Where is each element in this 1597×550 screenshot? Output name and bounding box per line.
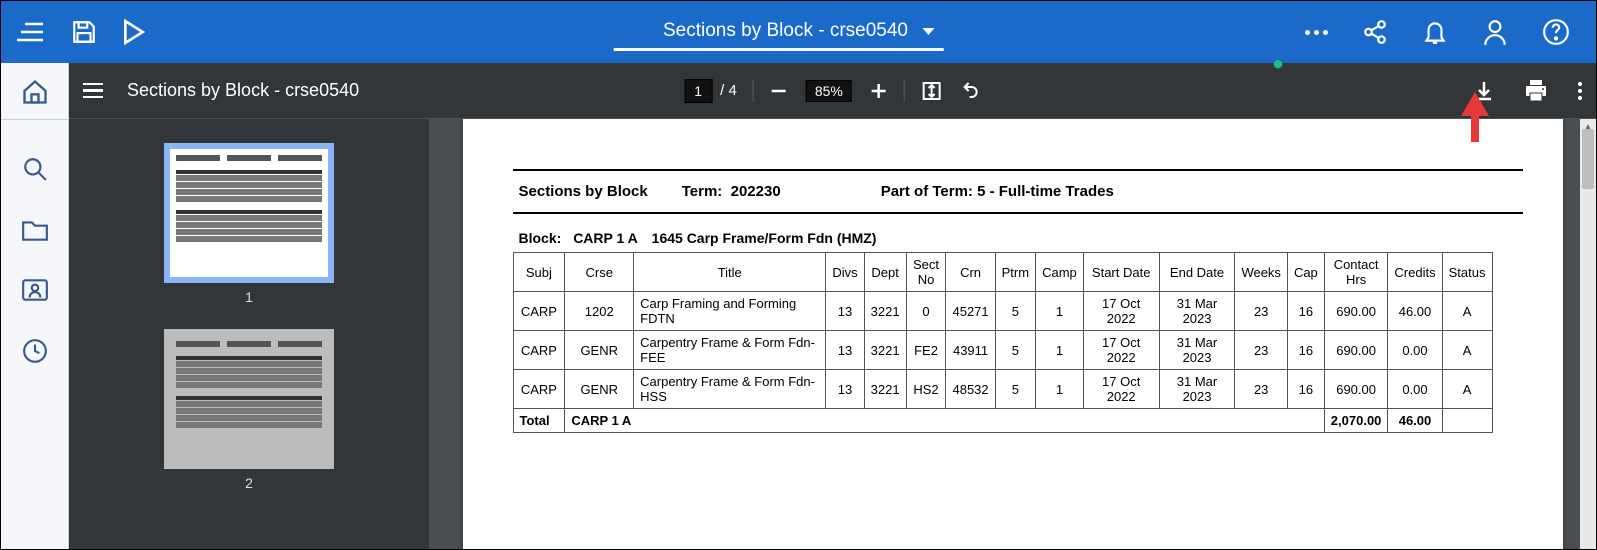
thumbnail-label: 2: [245, 475, 253, 491]
block-code: CARP 1 A: [573, 230, 638, 246]
col-divs: Divs: [826, 253, 864, 292]
divider: [904, 80, 905, 102]
play-icon[interactable]: [123, 19, 145, 45]
thumbnail[interactable]: [164, 329, 334, 469]
search-icon[interactable]: [22, 156, 48, 182]
total-label: Total: [513, 409, 565, 433]
scrollbar-thumb[interactable]: [1582, 129, 1594, 189]
folder-icon[interactable]: [21, 218, 49, 242]
total-credits: 46.00: [1388, 409, 1442, 433]
col-crn: Crn: [946, 253, 995, 292]
profile-icon[interactable]: [1482, 18, 1508, 46]
bell-icon[interactable]: [1422, 18, 1448, 46]
save-icon[interactable]: [71, 19, 97, 45]
block-label: Block:: [519, 230, 562, 246]
more-icon[interactable]: [1305, 30, 1328, 35]
thumbnail-label: 1: [245, 289, 253, 305]
fit-page-icon[interactable]: [921, 80, 943, 102]
block-desc: 1645 Carp Frame/Form Fdn (HMZ): [652, 230, 877, 246]
zoom-out-button[interactable]: [770, 82, 788, 100]
col-status: Status: [1442, 253, 1492, 292]
history-icon[interactable]: [22, 338, 48, 364]
zoom-in-button[interactable]: [870, 82, 888, 100]
divider: [753, 80, 754, 102]
col-dept: Dept: [864, 253, 906, 292]
table-header-row: Subj Crse Title Divs Dept Sect No Crn Pt…: [513, 253, 1492, 292]
term-label: Term:: [682, 183, 723, 200]
print-icon[interactable]: [1524, 80, 1548, 102]
total-code: CARP 1 A: [565, 409, 1324, 433]
table-row: CARP1202Carp Framing and Forming FDTN133…: [513, 292, 1492, 331]
term-value: 202230: [731, 183, 781, 200]
page-total: / 4: [720, 82, 737, 99]
viewer-toolbar: Sections by Block - crse0540 / 4 85%: [69, 63, 1596, 119]
rotate-icon[interactable]: [959, 80, 981, 102]
more-vertical-icon[interactable]: [1578, 82, 1582, 100]
viewer-title: Sections by Block - crse0540: [127, 80, 359, 101]
col-subj: Subj: [513, 253, 565, 292]
col-ptrm: Ptrm: [995, 253, 1035, 292]
zoom-value: 85%: [806, 80, 852, 102]
download-icon[interactable]: [1474, 80, 1494, 102]
scrollbar[interactable]: ▲: [1580, 119, 1596, 549]
total-row: Total CARP 1 A 2,070.00 46.00: [513, 409, 1492, 433]
help-icon[interactable]: [1542, 18, 1570, 46]
part-of-term: Part of Term: 5 - Full-time Trades: [881, 183, 1114, 200]
col-cap: Cap: [1287, 253, 1324, 292]
table-row: CARPGENRCarpentry Frame & Form Fdn-HSS13…: [513, 370, 1492, 409]
col-camp: Camp: [1036, 253, 1084, 292]
table-row: CARPGENRCarpentry Frame & Form Fdn-FEE13…: [513, 331, 1492, 370]
left-nav-rail: [1, 63, 69, 549]
share-icon[interactable]: [1362, 19, 1388, 45]
total-contact: 2,070.00: [1324, 409, 1388, 433]
col-sect: Sect No: [906, 253, 946, 292]
tasks-icon[interactable]: [17, 20, 45, 44]
col-end: End Date: [1159, 253, 1235, 292]
page-selector: / 4: [684, 79, 737, 103]
contact-icon[interactable]: [21, 278, 49, 302]
col-start: Start Date: [1083, 253, 1159, 292]
home-icon[interactable]: [21, 79, 49, 105]
app-topbar: Sections by Block - crse0540: [1, 1, 1596, 63]
col-contact: Contact Hrs: [1324, 253, 1388, 292]
thumbnail[interactable]: [164, 143, 334, 283]
hamburger-icon[interactable]: [83, 83, 103, 99]
page-input[interactable]: [684, 79, 712, 103]
col-crse: Crse: [565, 253, 634, 292]
sections-table: Subj Crse Title Divs Dept Sect No Crn Pt…: [513, 252, 1493, 433]
col-title: Title: [634, 253, 826, 292]
chevron-down-icon[interactable]: [922, 28, 934, 35]
col-credits: Credits: [1388, 253, 1442, 292]
report-title: Sections by Block: [519, 183, 648, 200]
page-area[interactable]: Sections by Block Term: 202230 Part of T…: [429, 119, 1596, 549]
col-weeks: Weeks: [1235, 253, 1288, 292]
report-page: Sections by Block Term: 202230 Part of T…: [463, 119, 1563, 549]
active-tab-underline: [614, 48, 944, 51]
page-title: Sections by Block - crse0540: [663, 20, 908, 42]
thumbnail-pane: 1: [69, 119, 429, 549]
notification-dot: [1273, 59, 1283, 69]
